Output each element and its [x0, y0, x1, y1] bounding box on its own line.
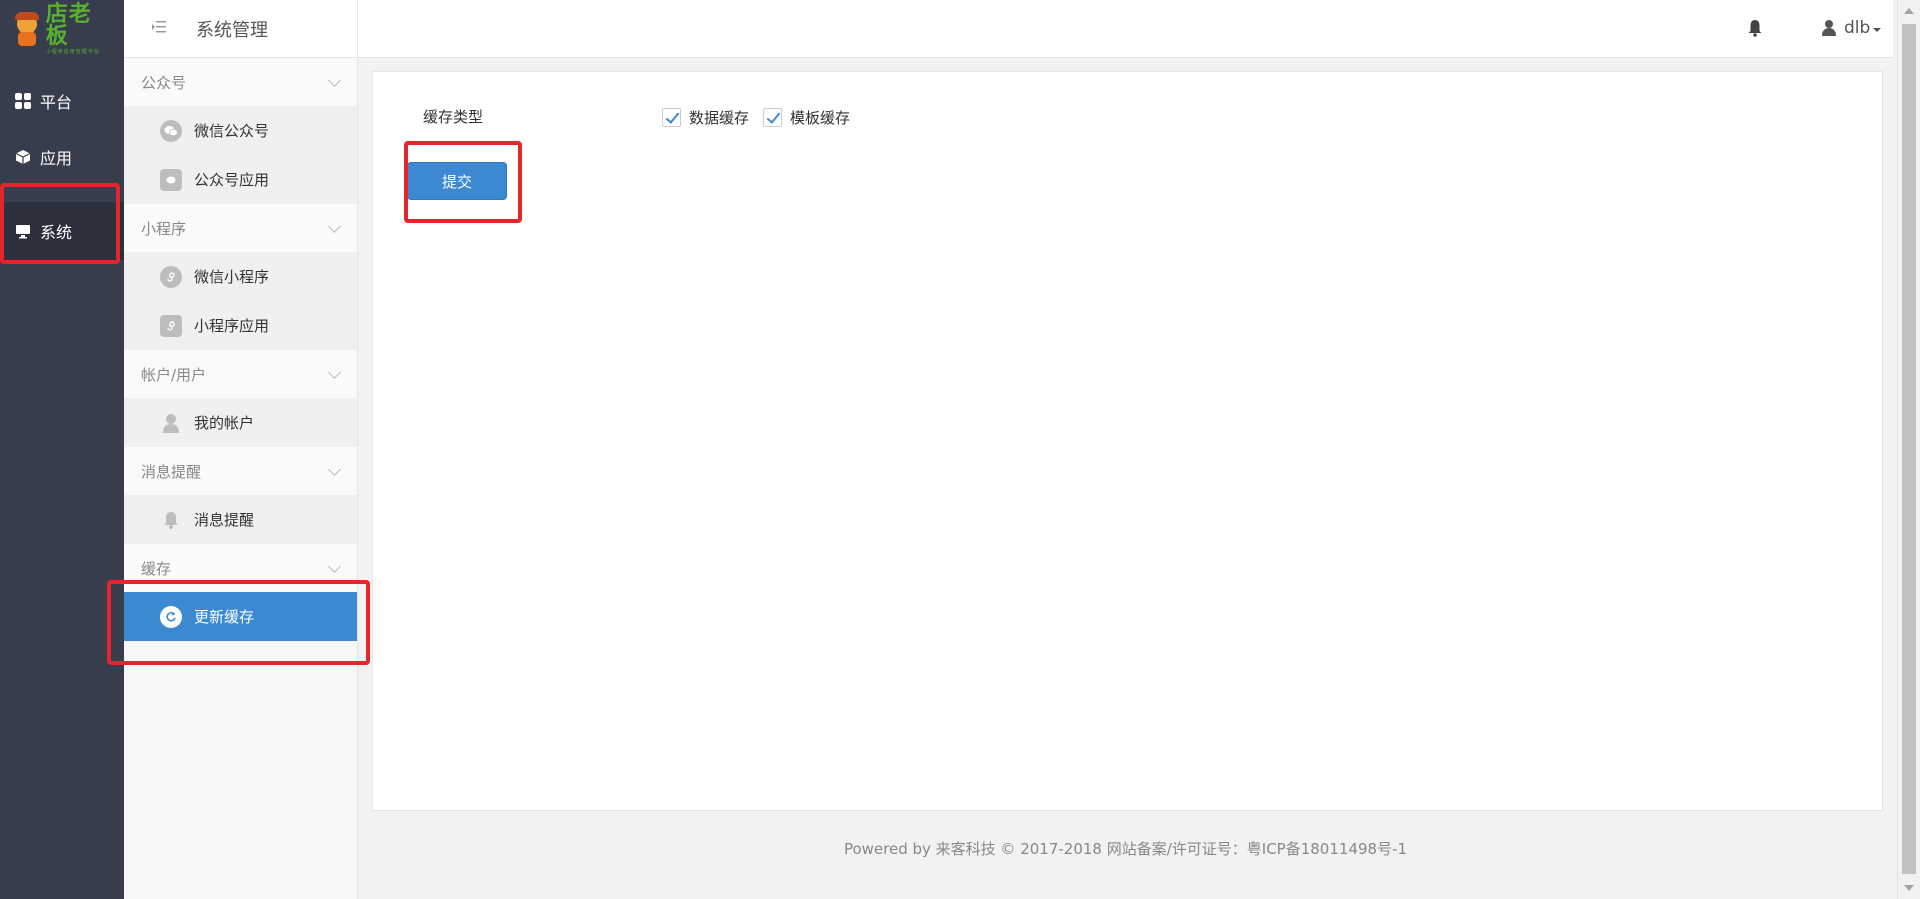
main-rail: 店老板 小程序应用管理平台 平台 应用 系统	[0, 0, 124, 899]
chevron-down-icon	[328, 559, 341, 573]
content-panel	[372, 71, 1883, 811]
rail-item-system[interactable]: 系统	[0, 202, 124, 260]
sidebar-item-label: 消息提醒	[194, 511, 255, 529]
sidebar-item-wechat-miniprogram[interactable]: 微信小程序	[124, 252, 357, 301]
sidebar-item-official-apps[interactable]: 公众号应用	[124, 155, 357, 204]
page-scrollbar[interactable]	[1897, 0, 1920, 899]
group-account[interactable]: 帐户/用户	[124, 350, 357, 398]
wechat-app-icon	[160, 168, 182, 191]
rail-item-apps[interactable]: 应用	[0, 129, 124, 185]
group-label: 公众号	[141, 73, 187, 92]
user-icon	[1822, 20, 1836, 36]
logo-text: 店老板	[45, 1, 92, 49]
grid-icon	[14, 92, 32, 110]
scroll-up-icon[interactable]	[1904, 8, 1914, 14]
sidebar-item-refresh-cache[interactable]: 更新缓存	[124, 592, 357, 641]
monitor-icon	[14, 222, 32, 240]
rail-item-platform[interactable]: 平台	[0, 73, 124, 129]
sidebar-item-label: 微信公众号	[194, 122, 270, 140]
logo-tagline: 小程序应用管理平台	[45, 48, 100, 55]
chevron-down-icon	[328, 365, 341, 379]
group-label: 小程序	[141, 219, 187, 238]
group-notifications[interactable]: 消息提醒	[124, 447, 357, 495]
refresh-icon	[160, 605, 182, 628]
miniprogram-icon	[160, 265, 182, 288]
checkbox-checked-icon	[763, 108, 782, 127]
notification-bell-icon[interactable]	[1748, 19, 1762, 37]
sidebar-item-label: 我的帐户	[194, 414, 255, 432]
user-menu[interactable]: dlb	[1822, 18, 1882, 38]
sidebar-item-label: 更新缓存	[194, 608, 255, 626]
rail-item-label: 应用	[40, 149, 73, 168]
group-label: 缓存	[141, 559, 172, 578]
group-label: 消息提醒	[141, 462, 202, 481]
submit-button[interactable]: 提交	[407, 162, 507, 200]
sidebar-item-notifications[interactable]: 消息提醒	[124, 495, 357, 544]
scroll-thumb[interactable]	[1902, 24, 1916, 874]
sidebar-title: 系统管理	[196, 19, 268, 41]
chevron-down-icon	[328, 219, 341, 233]
checkbox-label: 数据缓存	[689, 109, 750, 127]
miniprogram-app-icon	[160, 314, 182, 337]
checkbox-checked-icon	[662, 108, 681, 127]
group-cache[interactable]: 缓存	[124, 544, 357, 592]
template-cache-checkbox[interactable]: 模板缓存	[763, 107, 850, 128]
group-label: 帐户/用户	[141, 365, 207, 384]
sidebar-item-wechat-official[interactable]: 微信公众号	[124, 106, 357, 155]
mascot-logo-icon	[14, 12, 40, 46]
user-icon	[160, 412, 182, 434]
sidebar-item-my-account[interactable]: 我的帐户	[124, 398, 357, 447]
collapse-menu-icon[interactable]	[152, 20, 166, 37]
data-cache-checkbox[interactable]: 数据缓存	[662, 107, 749, 128]
bell-icon	[160, 509, 182, 531]
cube-icon	[14, 148, 32, 166]
top-bar	[358, 0, 1893, 58]
checkbox-label: 模板缓存	[790, 109, 851, 127]
cache-type-label: 缓存类型	[423, 108, 484, 126]
chevron-down-icon	[328, 73, 341, 87]
rail-item-label: 平台	[40, 93, 73, 112]
username: dlb	[1844, 18, 1871, 38]
footer: Powered by 来客科技 © 2017-2018 网站备案/许可证号：粤I…	[843, 840, 1408, 858]
wechat-icon	[160, 119, 182, 142]
caret-down-icon	[1873, 27, 1882, 32]
sidebar-item-label: 小程序应用	[194, 317, 270, 335]
chevron-down-icon	[328, 462, 341, 476]
logo[interactable]: 店老板 小程序应用管理平台	[14, 3, 114, 55]
sidebar-item-miniprogram-apps[interactable]: 小程序应用	[124, 301, 357, 350]
group-public-account[interactable]: 公众号	[124, 58, 357, 106]
rail-item-label: 系统	[40, 223, 73, 242]
sidebar-header: 系统管理	[124, 0, 357, 58]
secondary-sidebar: 系统管理 公众号 微信公众号 公众号应用 小程序 微信小程序 小程序应用 帐户/…	[124, 0, 358, 899]
sidebar-item-label: 微信小程序	[194, 268, 270, 286]
sidebar-item-label: 公众号应用	[194, 171, 270, 189]
group-miniprogram[interactable]: 小程序	[124, 204, 357, 252]
scroll-down-icon[interactable]	[1904, 885, 1914, 891]
